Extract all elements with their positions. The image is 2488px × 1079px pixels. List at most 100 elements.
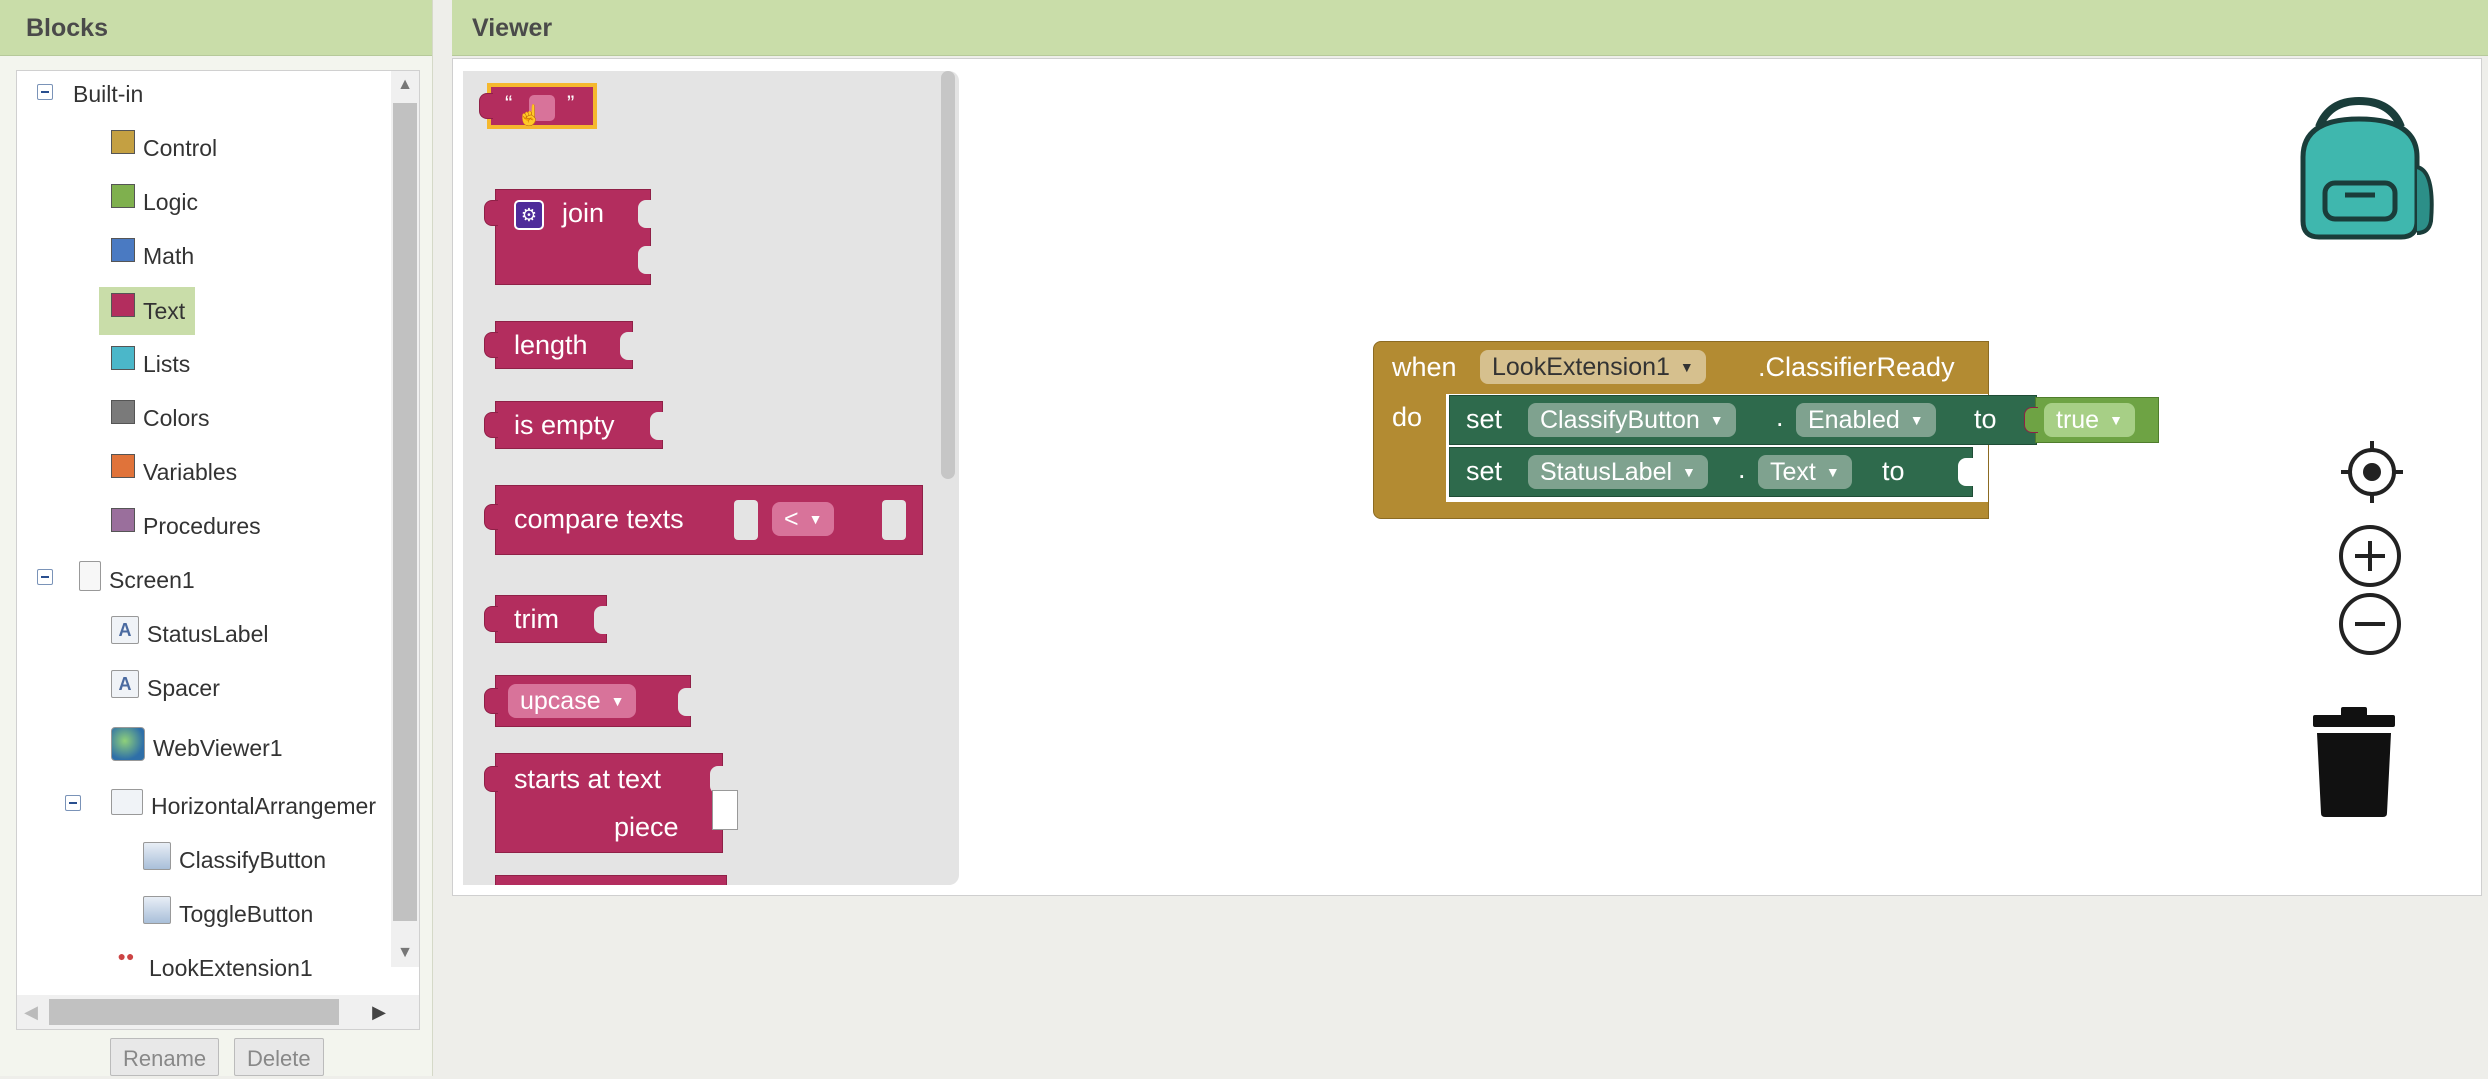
starts-at-label: starts at text (514, 764, 662, 794)
tree-item-variables[interactable]: Variables (111, 449, 237, 495)
dropdown-arrow-icon: ▼ (808, 511, 823, 527)
extension-glasses-icon: ●● (117, 948, 135, 964)
true-block[interactable]: true ▼ (2024, 397, 2159, 443)
tree-item-builtin-label: Built-in (73, 80, 144, 107)
tree-item-builtin[interactable]: Built-in (73, 71, 143, 117)
tree-item-spacer[interactable]: A Spacer (111, 665, 220, 711)
set-classifybutton-enabled-block[interactable]: set ClassifyButton ▼ . Enabled ▼ to (1449, 395, 2037, 445)
length-block[interactable]: length (484, 321, 636, 369)
colors-swatch-icon (111, 400, 135, 424)
viewer-panel-title: Viewer (452, 0, 2488, 56)
trim-label: trim (514, 604, 559, 634)
minus-icon[interactable] (2337, 591, 2403, 657)
starts-at-block[interactable]: starts at text piece (484, 753, 738, 853)
join-block[interactable]: ⚙ join (484, 189, 654, 285)
tree-item-math[interactable]: Math (111, 233, 194, 279)
tree-item-label: Procedures (143, 512, 261, 539)
collapse-screen1-toggle[interactable] (37, 569, 53, 585)
dropdown-arrow-icon: ▼ (1825, 464, 1840, 480)
procedures-swatch-icon (111, 508, 135, 532)
tree-item-statuslabel[interactable]: A StatusLabel (111, 611, 268, 657)
set-statuslabel-text-block[interactable]: set StatusLabel ▼ . Text ▼ to (1449, 447, 1974, 497)
boolean-dropdown[interactable]: true ▼ (2044, 403, 2135, 437)
scroll-up-arrow-icon[interactable]: ▲ (391, 71, 419, 99)
to-label: to (1882, 456, 1905, 486)
set1-component-dropdown[interactable]: ClassifyButton ▼ (1528, 403, 1736, 437)
dropdown-arrow-icon: ▼ (1909, 412, 1924, 428)
upcase-block[interactable]: upcase ▼ (484, 675, 694, 727)
target-icon[interactable] (2339, 439, 2405, 505)
set2-property-value: Text (1770, 458, 1816, 486)
dropdown-arrow-icon: ▼ (1709, 412, 1724, 428)
event-component-dropdown[interactable]: LookExtension1 ▼ (1480, 350, 1706, 384)
collapse-arrangement-toggle[interactable] (65, 795, 81, 811)
dropdown-arrow-icon: ▼ (1682, 464, 1696, 480)
gear-icon[interactable]: ⚙ (514, 200, 544, 230)
tree-horizontal-scrollbar[interactable]: ◀ ▶ (17, 995, 419, 1029)
upcase-dropdown[interactable]: upcase ▼ (508, 684, 637, 718)
dropdown-arrow-icon: ▼ (610, 693, 625, 709)
tree-item-procedures[interactable]: Procedures (111, 503, 261, 549)
tree-vertical-scrollbar[interactable]: ▲ ▼ (391, 71, 419, 967)
blocks-panel: Blocks Built-in Control Logic Math Text … (0, 0, 433, 1076)
set1-property-value: Enabled (1808, 406, 1900, 434)
set2-property-dropdown[interactable]: Text ▼ (1758, 455, 1852, 489)
boolean-value: true (2056, 406, 2100, 434)
dropdown-arrow-icon: ▼ (1679, 359, 1694, 375)
flyout-scrollbar[interactable] (941, 71, 955, 479)
tree-item-label: Text (143, 297, 186, 324)
text-blocks-flyout: “ ” ☝ ⚙ join length is empty compare tex… (463, 71, 959, 885)
set-label: set (1466, 456, 1503, 486)
trash-icon[interactable] (2309, 707, 2399, 819)
tree-item-control[interactable]: Control (111, 125, 217, 171)
globe-icon (111, 727, 145, 761)
compare-texts-block[interactable]: compare texts < ▼ (484, 485, 923, 555)
scroll-down-arrow-icon[interactable]: ▼ (391, 939, 419, 967)
tree-item-label: Screen1 (109, 566, 195, 593)
tree-item-screen1[interactable]: Screen1 (79, 557, 195, 603)
to-label: to (1974, 404, 1997, 434)
compare-operator-value: < (784, 505, 799, 533)
plus-icon[interactable] (2337, 523, 2403, 589)
button-icon (143, 896, 171, 924)
tree-item-colors[interactable]: Colors (111, 395, 209, 441)
do-label: do (1392, 402, 1423, 432)
rename-button[interactable]: Rename (110, 1038, 220, 1076)
tree-horizontal-scroll-thumb[interactable] (49, 999, 339, 1025)
dot-label: . (1776, 402, 1784, 432)
event-name-label: .ClassifierReady (1758, 352, 1955, 382)
is-empty-block[interactable]: is empty (484, 401, 666, 449)
tree-vertical-scroll-thumb[interactable] (393, 103, 417, 921)
scroll-left-arrow-icon[interactable]: ◀ (17, 995, 45, 1029)
tree-item-label: Colors (143, 404, 210, 431)
is-empty-label: is empty (514, 410, 615, 440)
text-string-block[interactable]: “ ” ☝ (479, 83, 597, 129)
tree-item-horizontal-arrangement[interactable]: HorizontalArrangemer (111, 783, 376, 829)
when-label: when (1392, 352, 1457, 382)
lists-swatch-icon (111, 346, 135, 370)
length-label: length (514, 330, 588, 360)
tree-item-label: Logic (143, 188, 198, 215)
backpack-icon[interactable] (2289, 96, 2435, 247)
tree-item-lists[interactable]: Lists (111, 341, 190, 387)
set1-property-dropdown[interactable]: Enabled ▼ (1796, 403, 1936, 437)
tree-item-logic[interactable]: Logic (111, 179, 198, 225)
trim-block[interactable]: trim (484, 595, 610, 643)
tree-item-text[interactable]: Text (99, 287, 196, 335)
compare-operator-dropdown[interactable]: < ▼ (772, 502, 835, 536)
set2-component-value: StatusLabel (1540, 458, 1673, 486)
tree-item-classifybutton[interactable]: ClassifyButton (143, 837, 326, 883)
tree-item-webviewer[interactable]: WebViewer1 (111, 725, 283, 771)
tree-item-label: Lists (143, 350, 191, 377)
delete-button[interactable]: Delete (234, 1038, 324, 1076)
set2-component-dropdown[interactable]: StatusLabel ▼ (1528, 455, 1708, 489)
next-text-block[interactable] (495, 875, 727, 885)
button-icon (143, 842, 171, 870)
control-swatch-icon (111, 130, 135, 154)
blocks-workspace[interactable]: “ ” ☝ ⚙ join length is empty compare tex… (452, 58, 2482, 896)
tree-item-lookextension[interactable]: ●● LookExtension1 (111, 945, 313, 991)
collapse-builtin-toggle[interactable] (37, 84, 53, 100)
scroll-right-arrow-icon[interactable]: ▶ (365, 995, 393, 1029)
tree-item-label: Spacer (147, 674, 220, 701)
tree-item-togglebutton[interactable]: ToggleButton (143, 891, 313, 937)
